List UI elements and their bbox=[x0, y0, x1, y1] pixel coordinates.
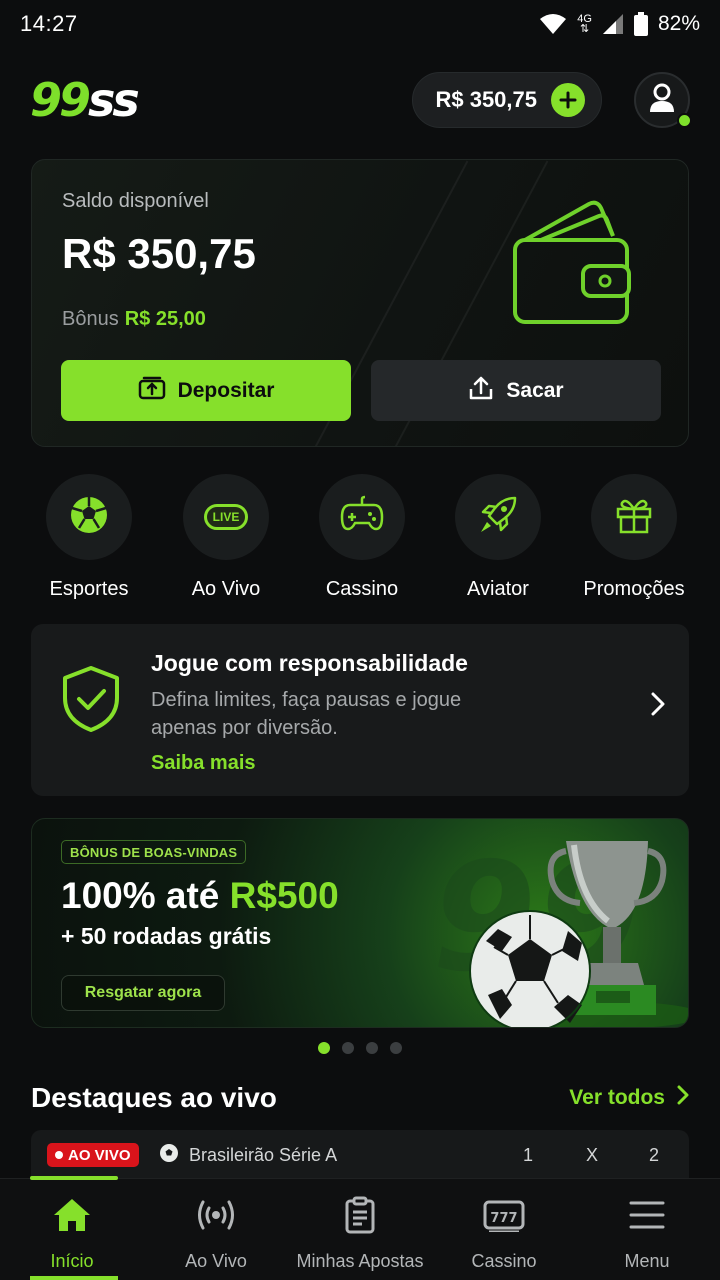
see-all-link[interactable]: Ver todos bbox=[569, 1085, 689, 1111]
header-balance-button[interactable]: R$ 350,75 bbox=[412, 72, 602, 128]
welcome-bonus-banner[interactable]: 99 BÔNUS DE B bbox=[31, 818, 689, 1028]
wallet-card: Saldo disponível R$ 350,75 Bônus R$ 25,00… bbox=[31, 159, 689, 447]
responsible-title: Jogue com responsabilidade bbox=[151, 650, 468, 676]
balance-amount: R$ 350,75 bbox=[62, 230, 256, 277]
carousel-pagination bbox=[0, 1042, 720, 1054]
quick-link-cassino[interactable]: Cassino bbox=[302, 474, 422, 601]
header-balance: R$ 350,75 bbox=[435, 87, 537, 112]
bonus-balance: Bônus R$ 25,00 bbox=[62, 308, 206, 330]
quick-links: Esportes LIVE Ao Vivo Cassino Aviator Pr… bbox=[30, 474, 700, 600]
status-bar: 14:27 4G ⇅ 82% bbox=[0, 0, 720, 48]
bottom-navigation: Início Ao Vivo Minhas Apostas 777 Cassin… bbox=[0, 1176, 720, 1280]
section-title: Destaques ao vivo bbox=[31, 1082, 277, 1113]
carousel-dot[interactable] bbox=[390, 1042, 402, 1054]
shield-check-icon bbox=[61, 664, 121, 739]
promo-title: 100% até R$500 bbox=[61, 875, 339, 916]
profile-avatar-button[interactable] bbox=[634, 72, 692, 128]
nav-ao-vivo[interactable]: Ao Vivo bbox=[146, 1197, 286, 1272]
live-highlights-header: Destaques ao vivo Ver todos bbox=[31, 1080, 689, 1116]
nav-menu[interactable]: Menu bbox=[577, 1197, 717, 1272]
balance-label: Saldo disponível bbox=[62, 190, 209, 212]
withdraw-button[interactable]: Sacar bbox=[371, 360, 661, 421]
upload-icon bbox=[468, 375, 494, 407]
wallet-icon bbox=[507, 196, 637, 333]
league-name: Brasileirão Série A bbox=[159, 1143, 337, 1168]
quick-link-aviator[interactable]: Aviator bbox=[438, 474, 558, 601]
learn-more-link[interactable]: Saiba mais bbox=[151, 752, 256, 775]
nav-cassino[interactable]: 777 Cassino bbox=[434, 1197, 574, 1272]
football-trophy-image: 99 bbox=[402, 819, 688, 1027]
network-type: 4G ⇅ bbox=[577, 13, 592, 35]
promo-tag: BÔNUS DE BOAS-VINDAS bbox=[61, 840, 247, 864]
home-icon bbox=[52, 1197, 92, 1238]
signal-icon bbox=[602, 13, 624, 35]
nav-inicio[interactable]: Início bbox=[2, 1197, 142, 1272]
claim-bonus-button[interactable]: Resgatar agora bbox=[61, 975, 225, 1011]
chevron-right-icon bbox=[677, 1085, 689, 1111]
odds-header-home: 1 bbox=[523, 1145, 534, 1165]
deposit-icon bbox=[138, 376, 166, 406]
deposit-button[interactable]: Depositar bbox=[61, 360, 351, 421]
live-badge: AO VIVO bbox=[47, 1143, 139, 1167]
slot-machine-icon: 777 bbox=[483, 1198, 525, 1237]
quick-link-promocoes[interactable]: Promoções bbox=[574, 474, 694, 601]
battery-level: 82% bbox=[657, 12, 700, 35]
odds-header-away: 2 bbox=[649, 1145, 660, 1165]
live-icon: LIVE bbox=[204, 504, 248, 530]
svg-text:777: 777 bbox=[490, 1211, 517, 1226]
broadcast-icon bbox=[196, 1198, 236, 1237]
rocket-icon bbox=[477, 494, 519, 541]
soccer-ball-icon bbox=[68, 494, 110, 541]
responsible-description: Defina limites, faça pausas e jogue apen… bbox=[151, 689, 462, 739]
home-screen: 14:27 4G ⇅ 82% 99 ss R$ 350,75 Saldo dis… bbox=[0, 0, 720, 1280]
carousel-dot[interactable] bbox=[342, 1042, 354, 1054]
nav-minhas-apostas[interactable]: Minhas Apostas bbox=[290, 1196, 430, 1272]
online-status-dot bbox=[677, 113, 692, 128]
betslip-icon bbox=[344, 1196, 376, 1239]
gamepad-icon bbox=[340, 495, 384, 540]
chevron-right-icon bbox=[651, 692, 665, 721]
quick-link-esportes[interactable]: Esportes bbox=[29, 474, 149, 601]
quick-link-ao-vivo[interactable]: LIVE Ao Vivo bbox=[166, 474, 286, 601]
responsible-gaming-card[interactable]: Jogue com responsabilidade Defina limite… bbox=[31, 624, 689, 796]
add-funds-icon bbox=[551, 83, 585, 117]
odds-header-draw: X bbox=[586, 1145, 599, 1165]
carousel-dot[interactable] bbox=[318, 1042, 330, 1054]
gift-icon bbox=[614, 495, 654, 540]
active-tab-indicator bbox=[30, 1176, 118, 1180]
wifi-icon bbox=[539, 13, 567, 35]
hamburger-menu-icon bbox=[629, 1200, 665, 1235]
user-icon bbox=[647, 82, 677, 119]
soccer-ball-icon bbox=[159, 1143, 179, 1168]
app-header: 99 ss R$ 350,75 bbox=[30, 70, 692, 130]
promo-subtitle: + 50 rodadas grátis bbox=[61, 923, 272, 949]
status-time: 14:27 bbox=[20, 11, 78, 36]
battery-icon bbox=[633, 12, 648, 36]
brand-logo[interactable]: 99 ss bbox=[30, 73, 140, 127]
carousel-dot[interactable] bbox=[366, 1042, 378, 1054]
